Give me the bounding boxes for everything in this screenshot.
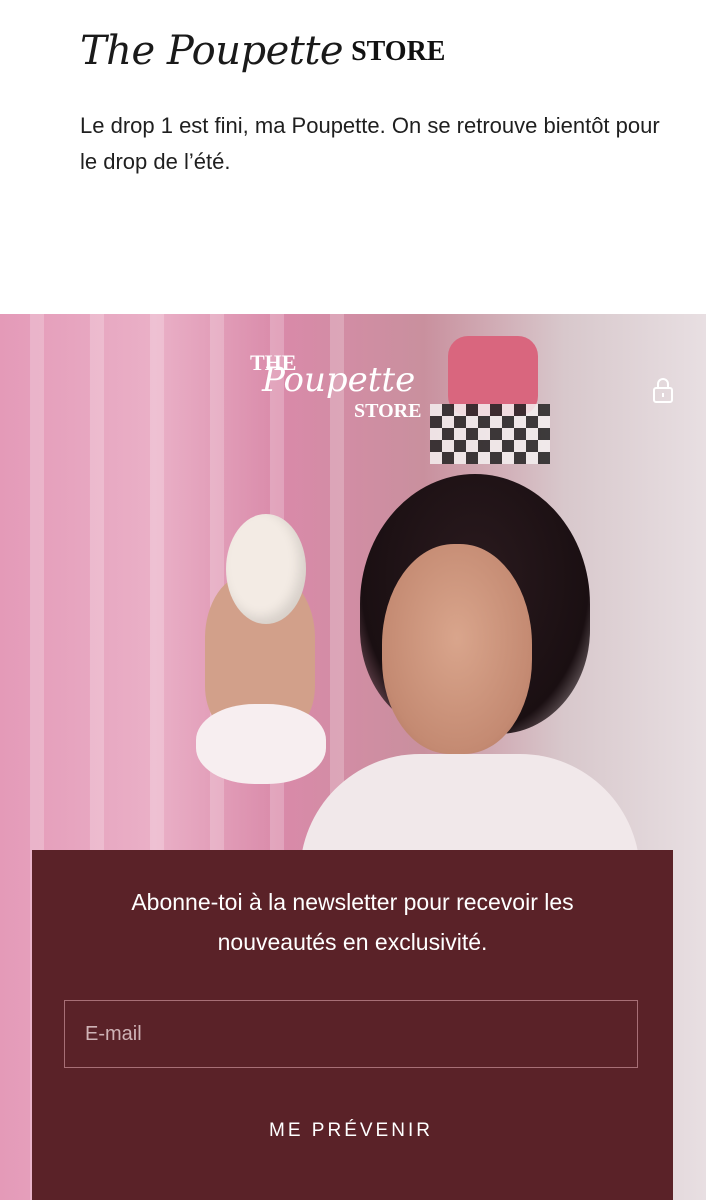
intro-message: Le drop 1 est fini, ma Poupette. On se r…	[80, 113, 660, 174]
logo-store-text: STORE	[351, 36, 446, 67]
hero-logo[interactable]: THE Poupette STORE	[250, 350, 470, 430]
newsletter-panel: Abonne-toi à la newsletter pour recevoir…	[32, 850, 673, 1200]
logo-script-text: The Poupette	[80, 28, 344, 74]
newsletter-text: Abonne-toi à la newsletter pour recevoir…	[131, 889, 574, 955]
hero-logo-store: STORE	[354, 400, 422, 422]
header-logo[interactable]: The Poupette STORE	[80, 8, 445, 74]
hero-logo-script: Poupette	[262, 360, 416, 400]
scrunchie	[196, 704, 326, 784]
face	[382, 544, 532, 754]
lock-icon[interactable]	[652, 376, 674, 404]
notify-button[interactable]: ME PRÉVENIR	[64, 1100, 638, 1162]
email-field[interactable]	[64, 1000, 638, 1068]
compact-mirror	[226, 514, 306, 624]
